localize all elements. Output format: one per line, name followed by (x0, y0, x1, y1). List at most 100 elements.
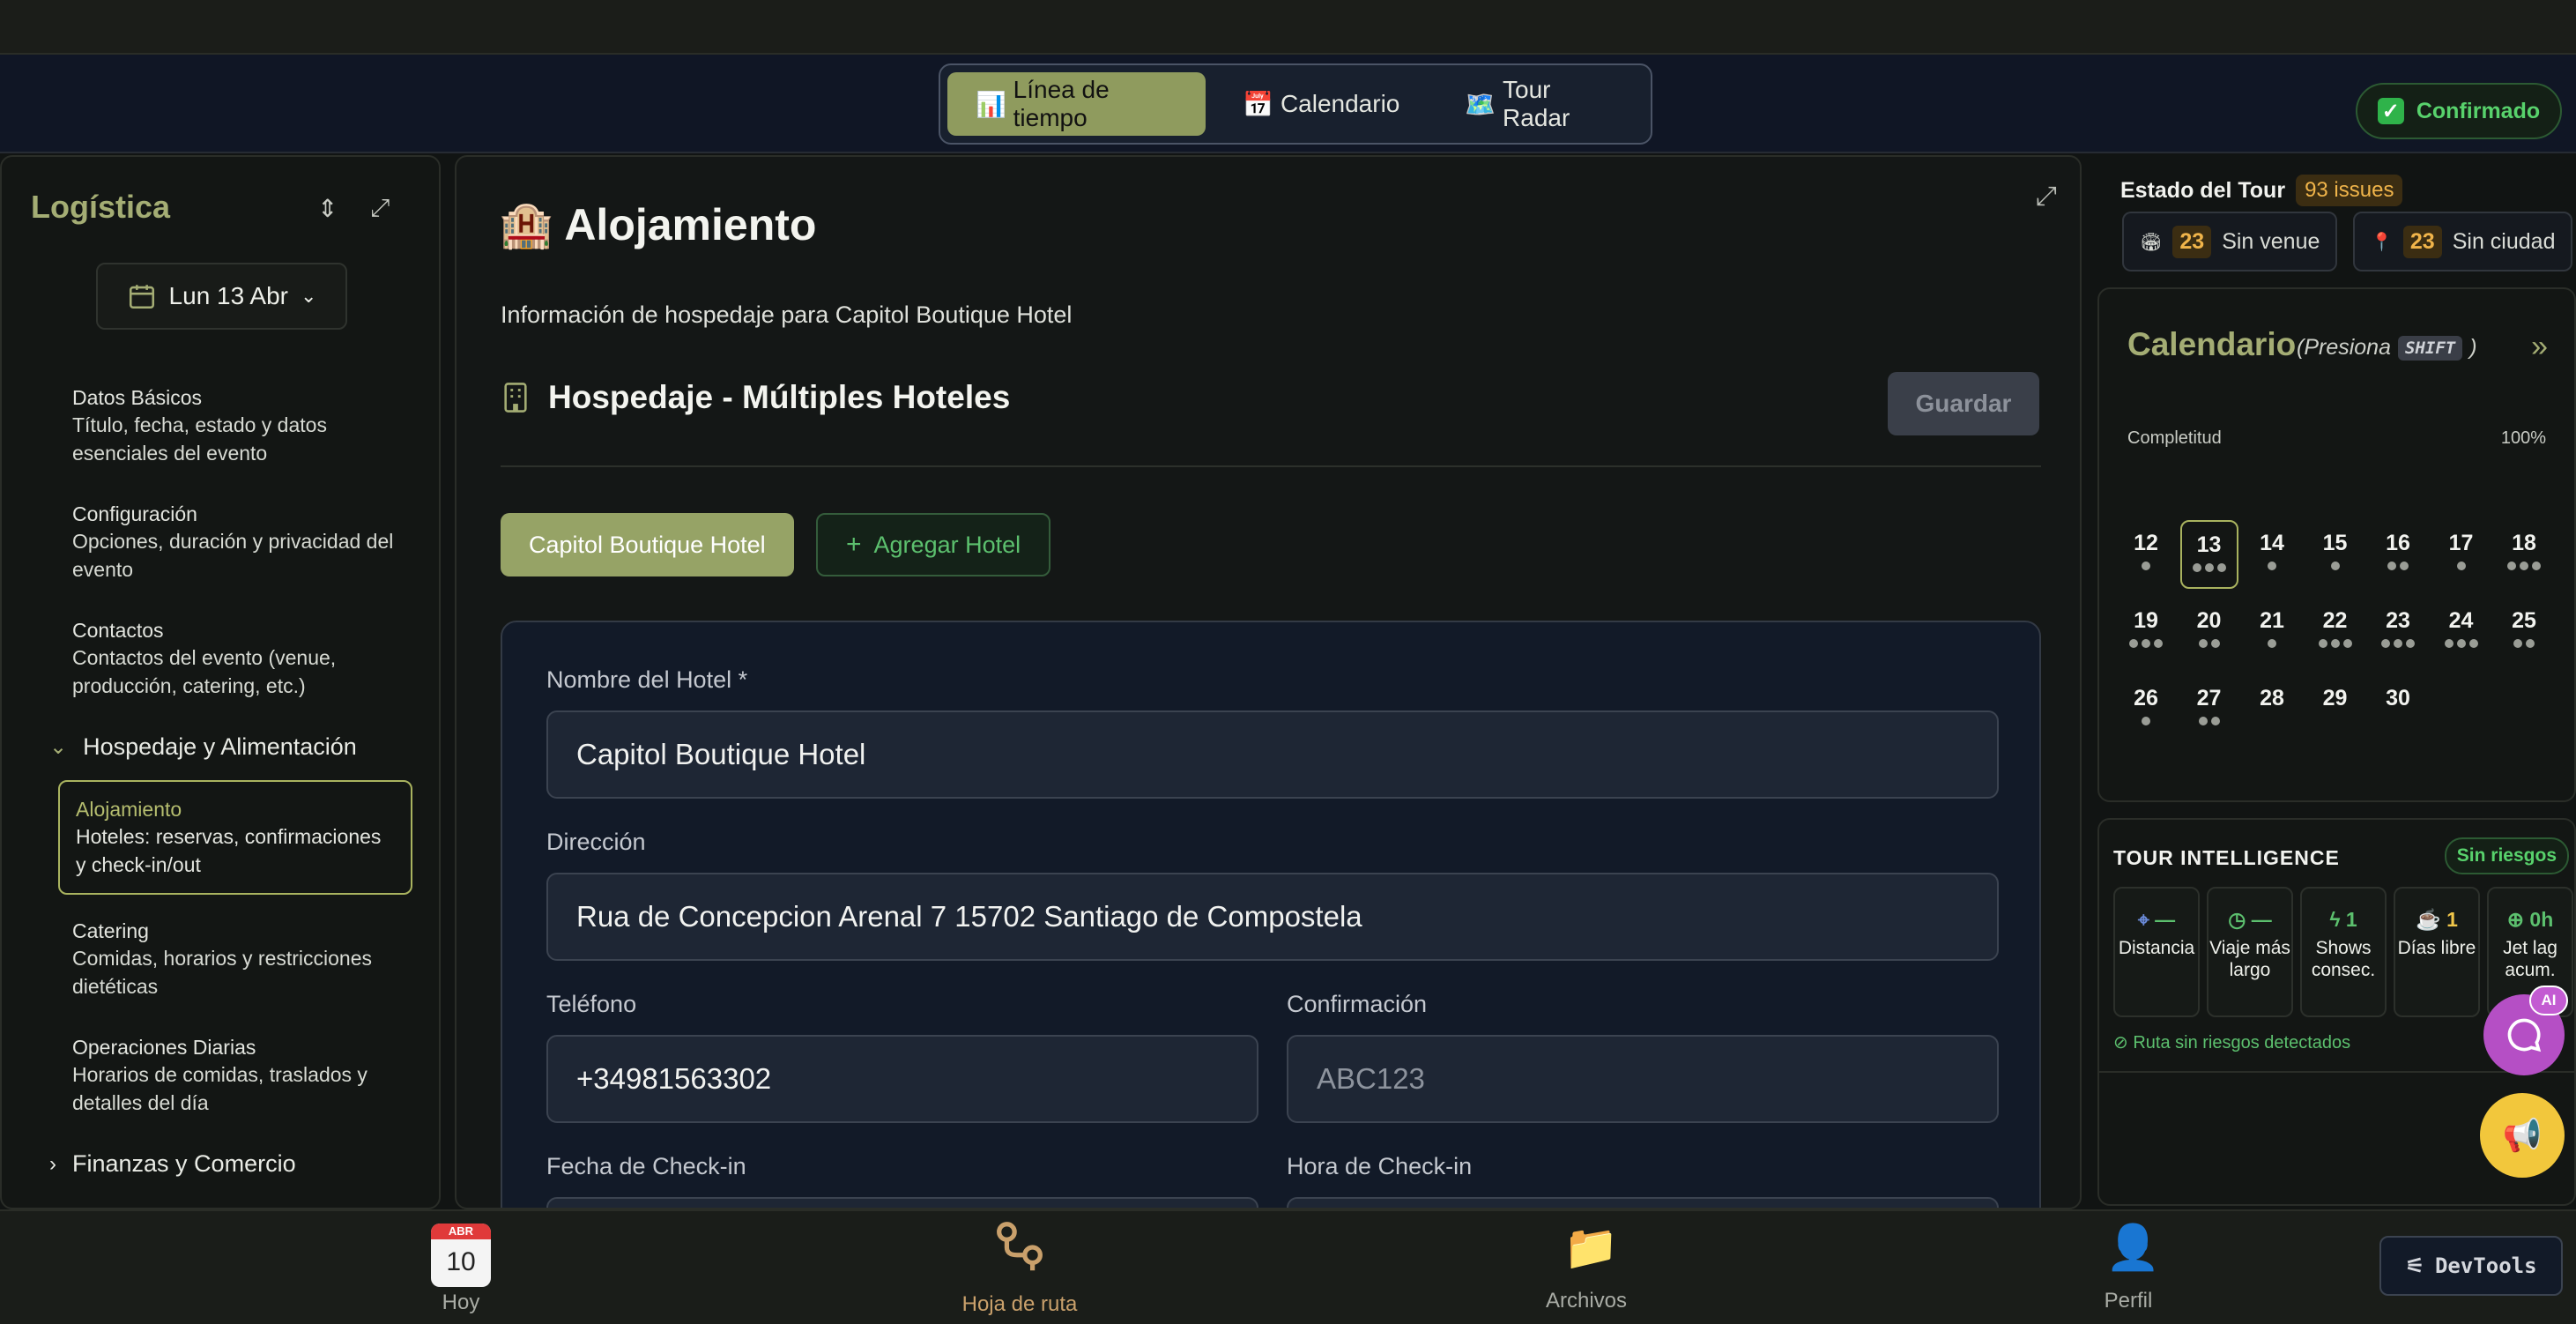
nav-hoja-de-ruta[interactable]: Hoja de ruta (932, 1211, 1108, 1324)
calendar-day[interactable]: 18 (2495, 520, 2553, 589)
event-dot (2456, 639, 2466, 648)
calendar-day[interactable]: 22 (2306, 598, 2364, 666)
event-dots (2243, 639, 2301, 648)
nav-archivos[interactable]: 📁 Archivos (1498, 1211, 1674, 1324)
sidebar-item-configuracion[interactable]: Configuración Opciones, duración y priva… (72, 501, 407, 584)
phone-input[interactable]: +34981563302 (546, 1035, 1258, 1123)
save-button[interactable]: Guardar (1888, 372, 2039, 435)
shift-key: SHIFT (2398, 335, 2463, 361)
address-input[interactable]: Rua de Concepcion Arenal 7 15702 Santiag… (546, 873, 1999, 961)
nav-perfil[interactable]: 👤 Perfil (2040, 1211, 2216, 1324)
sidebar-item-title: Operaciones Diarias (72, 1036, 256, 1059)
address-label: Dirección (546, 829, 646, 855)
sidebar-item-desc: Comidas, horarios y restricciones dietét… (72, 947, 373, 998)
metric-viaje[interactable]: ◷ — Viaje más largo (2207, 887, 2293, 1017)
event-dots (2495, 639, 2553, 648)
event-dot (2400, 562, 2409, 570)
checkin-date-input[interactable] (546, 1197, 1258, 1208)
expand-icon[interactable]: ⤢ (370, 194, 390, 223)
calendar-day[interactable]: 26 (2117, 675, 2175, 744)
event-dot (2216, 563, 2226, 572)
day-number: 15 (2322, 531, 2348, 555)
event-dots (2369, 639, 2427, 648)
calendar-icon: 📅 (1243, 90, 1274, 118)
metric-dias-libre[interactable]: ☕ 1 Días libre (2394, 887, 2480, 1017)
metric-value: ⊕ 0h (2489, 908, 2572, 932)
confirmation-input[interactable]: ABC123 (1287, 1035, 1999, 1123)
metric-label: Días libre (2397, 938, 2476, 958)
calendar-day[interactable]: 16 (2369, 520, 2427, 589)
location-icon: ⌖ (2137, 908, 2149, 931)
collapse-toggle-icon[interactable]: ⇕ (317, 194, 338, 223)
fullscreen-icon[interactable]: ⤢ (2036, 182, 2057, 212)
chip-count: 23 (2172, 225, 2212, 258)
stadium-icon: 🏟 (2140, 232, 2163, 252)
day-number: 28 (2260, 686, 2284, 710)
main-panel: 🏨 Alojamiento ⤢ Información de hospedaje… (455, 155, 2082, 1209)
tab-calendar[interactable]: 📅 Calendario (1214, 72, 1428, 136)
day-number: 23 (2386, 608, 2410, 633)
calendar-day[interactable]: 20 (2180, 598, 2238, 666)
event-dot (2142, 562, 2150, 570)
checkin-time-input[interactable] (1287, 1197, 1999, 1208)
sidebar-item-desc: Título, fecha, estado y datos esenciales… (72, 413, 327, 465)
calendar-day[interactable]: 14 (2243, 520, 2301, 589)
sidebar-item-alojamiento[interactable]: Alojamiento Hoteles: reservas, confirmac… (58, 780, 412, 895)
sidebar-item-datos-basicos[interactable]: Datos Básicos Título, fecha, estado y da… (72, 384, 407, 467)
sidebar-group-finanzas[interactable]: › Finanzas y Comercio (49, 1150, 439, 1178)
sidebar-item-desc: Contactos del evento (venue, producción,… (72, 646, 337, 697)
calendar-day[interactable]: 27 (2180, 675, 2238, 744)
chip-sin-venue[interactable]: 🏟 23 Sin venue (2122, 212, 2338, 271)
tab-timeline[interactable]: 📊 Línea de tiempo (947, 72, 1206, 136)
event-dot (2142, 639, 2150, 648)
add-hotel-button[interactable]: + Agregar Hotel (816, 513, 1051, 576)
metric-number: — (2251, 908, 2272, 931)
sidebar-item-catering[interactable]: Catering Comidas, horarios y restriccion… (72, 918, 407, 1000)
metric-number: 1 (2446, 908, 2458, 931)
calendar-day[interactable]: 28 (2243, 675, 2301, 744)
date-picker-button[interactable]: Lun 13 Abr ⌄ (96, 263, 347, 330)
checkin-time-label: Hora de Check-in (1287, 1153, 1473, 1179)
hotel-tab-capitol[interactable]: Capitol Boutique Hotel (501, 513, 794, 576)
chip-sin-ciudad[interactable]: 📍 23 Sin ciudad (2353, 212, 2573, 271)
tab-tour-radar[interactable]: 🗺️ Tour Radar (1436, 72, 1644, 136)
sidebar-item-operaciones[interactable]: Operaciones Diarias Horarios de comidas,… (72, 1034, 407, 1117)
calendar-day[interactable]: 17 (2432, 520, 2491, 589)
calendar-day[interactable]: 29 (2306, 675, 2364, 744)
calendar-day[interactable]: 15 (2306, 520, 2364, 589)
page-title: 🏨 Alojamiento (499, 199, 816, 251)
metric-distancia[interactable]: ⌖ — Distancia (2113, 887, 2200, 1017)
status-badge[interactable]: ✓ Confirmado (2356, 83, 2562, 139)
devtools-button[interactable]: ⚟ DevTools (2379, 1236, 2563, 1296)
day-number: 12 (2134, 531, 2158, 555)
day-number: 24 (2448, 608, 2474, 633)
tour-status-title-text: Estado del Tour (2120, 177, 2286, 203)
day-number: 16 (2386, 531, 2410, 555)
sidebar-item-contactos[interactable]: Contactos Contactos del evento (venue, p… (72, 617, 407, 700)
metric-shows[interactable]: ϟ 1 Shows consec. (2300, 887, 2387, 1017)
day-number: 18 (2512, 531, 2536, 555)
add-hotel-label: Agregar Hotel (873, 531, 1021, 558)
metric-label: Jet lag acum. (2503, 938, 2557, 980)
calendar-day[interactable]: 30 (2369, 675, 2427, 744)
calendar-day[interactable]: 24 (2432, 598, 2491, 666)
sidebar-group-hospedaje[interactable]: ⌄ Hospedaje y Alimentación (49, 733, 439, 761)
building-icon (504, 383, 527, 413)
risk-status-text: Ruta sin riesgos detectados (2133, 1033, 2351, 1053)
hotel-name-input[interactable]: Capitol Boutique Hotel (546, 710, 1999, 799)
announcement-button[interactable]: 📢 (2480, 1093, 2565, 1178)
calendar-day[interactable]: 19 (2117, 598, 2175, 666)
calendar-day[interactable]: 21 (2243, 598, 2301, 666)
clock-icon: ◷ (2228, 908, 2246, 931)
calendar-day[interactable]: 25 (2495, 598, 2553, 666)
calendar-day[interactable]: 12 (2117, 520, 2175, 589)
issues-badge[interactable]: 93 issues (2296, 175, 2403, 206)
chevrons-right-icon[interactable]: » (2531, 330, 2548, 364)
day-number: 30 (2386, 686, 2410, 710)
calendar-icon: ABR 10 (431, 1224, 491, 1287)
calendar-day[interactable]: 23 (2369, 598, 2427, 666)
tour-status-title: Estado del Tour 93 issues (2120, 175, 2403, 206)
calendar-day-today[interactable]: 13 (2179, 520, 2238, 589)
nav-hoy[interactable]: ABR 10 Hoy (373, 1211, 549, 1324)
chevron-down-icon: ⌄ (301, 285, 317, 307)
